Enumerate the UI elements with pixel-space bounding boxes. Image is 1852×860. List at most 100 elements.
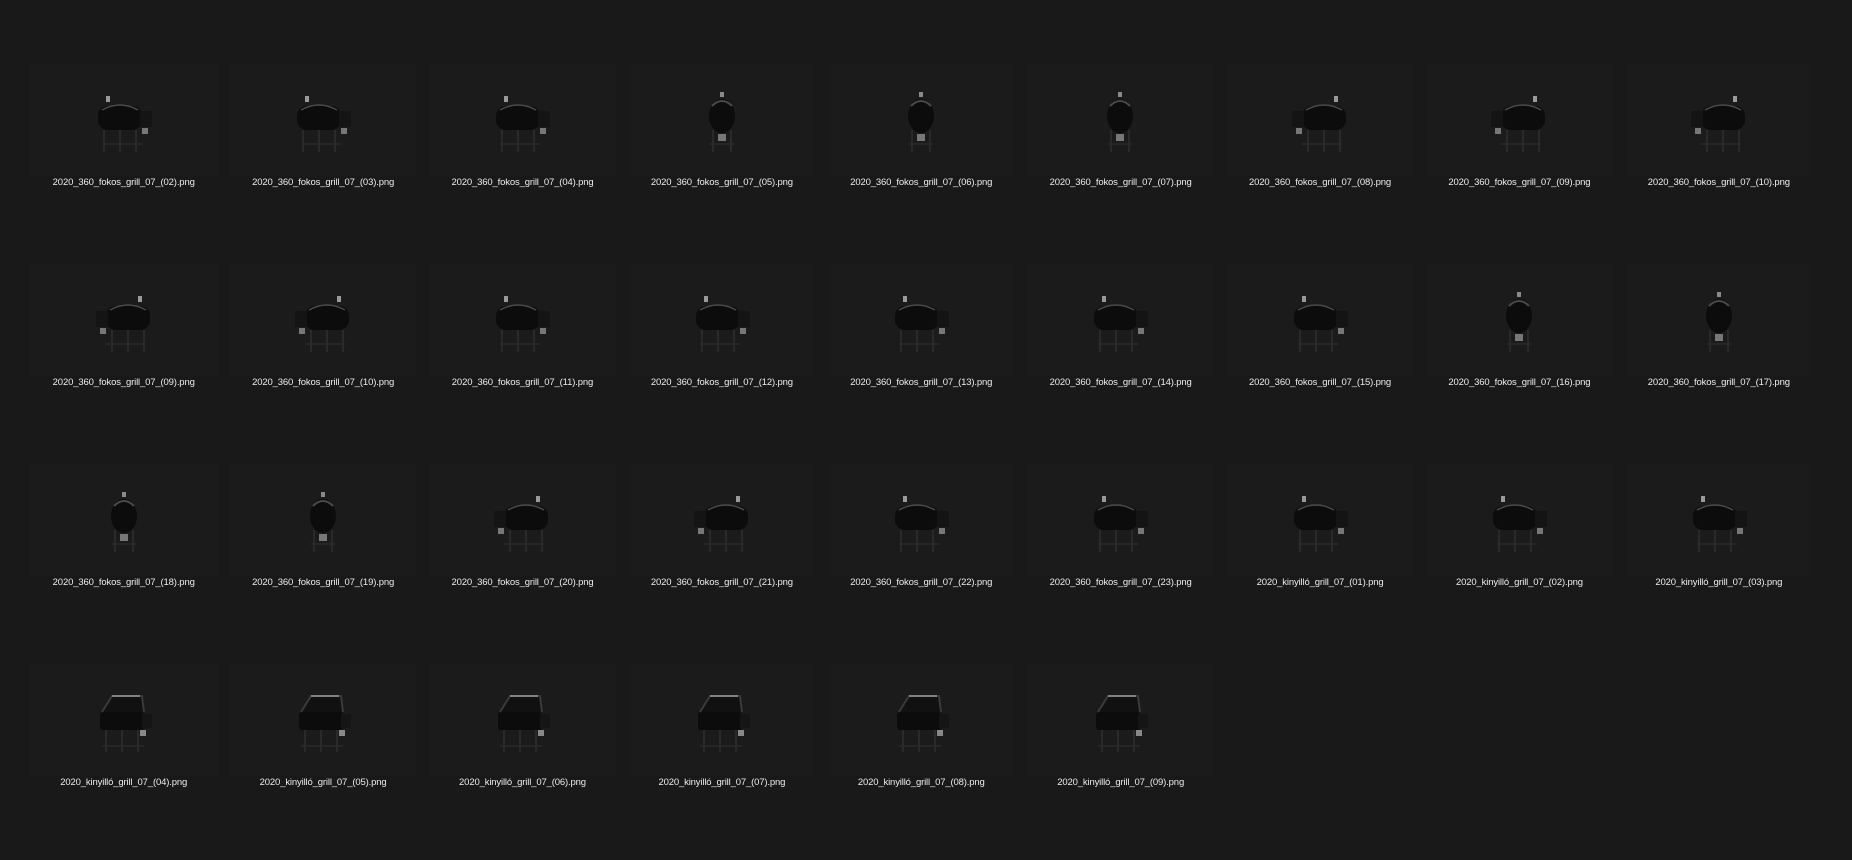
grill-icon	[1692, 496, 1747, 552]
file-item[interactable]: 2020_360_fokos_grill_07_(18).png	[24, 460, 223, 660]
file-name: 2020_kinyilló_grill_07_(08).png	[857, 777, 985, 788]
grill-icon	[1094, 496, 1149, 552]
file-thumbnail[interactable]	[1625, 64, 1813, 176]
file-name: 2020_360_fokos_grill_07_(20).png	[451, 577, 594, 588]
file-name: 2020_360_fokos_grill_07_(15).png	[1249, 377, 1392, 388]
file-item[interactable]: 2020_360_fokos_grill_07_(09).png	[1420, 60, 1619, 260]
grill-icon	[693, 496, 748, 552]
file-item[interactable]: 2020_kinyilló_grill_07_(07).png	[622, 660, 821, 860]
file-thumbnail[interactable]	[229, 664, 417, 776]
file-name: 2020_kinyilló_grill_07_(02).png	[1456, 577, 1583, 588]
file-thumbnail[interactable]	[628, 464, 816, 576]
file-item[interactable]: 2020_360_fokos_grill_07_(02).png	[24, 60, 223, 260]
file-item[interactable]: 2020_360_fokos_grill_07_(03).png	[223, 60, 422, 260]
file-thumbnail[interactable]	[827, 264, 1015, 376]
file-thumbnail[interactable]	[1026, 664, 1214, 776]
file-item[interactable]: 2020_kinyilló_grill_07_(01).png	[1220, 460, 1419, 660]
file-name: 2020_360_fokos_grill_07_(22).png	[850, 577, 993, 588]
file-name: 2020_360_fokos_grill_07_(11).png	[451, 377, 594, 388]
file-item[interactable]: 2020_kinyilló_grill_07_(02).png	[1420, 460, 1619, 660]
grill-icon	[110, 492, 137, 552]
file-thumbnail[interactable]	[827, 64, 1015, 176]
grill-icon	[695, 296, 750, 352]
file-thumbnail[interactable]	[428, 664, 616, 776]
grill-icon	[294, 296, 349, 352]
file-item[interactable]: 2020_360_fokos_grill_07_(10).png	[223, 260, 422, 460]
file-item[interactable]: 2020_360_fokos_grill_07_(05).png	[622, 60, 821, 260]
file-thumbnail[interactable]	[30, 64, 217, 176]
file-name: 2020_360_fokos_grill_07_(08).png	[1249, 177, 1392, 188]
file-thumbnail[interactable]	[1026, 464, 1214, 576]
grill-icon	[1293, 296, 1348, 352]
file-item[interactable]: 2020_360_fokos_grill_07_(13).png	[822, 260, 1021, 460]
file-item[interactable]: 2020_360_fokos_grill_07_(12).png	[622, 260, 821, 460]
file-thumbnail[interactable]	[628, 664, 816, 776]
grill-icon	[1293, 496, 1348, 552]
grill-icon	[697, 695, 750, 752]
file-name: 2020_360_fokos_grill_07_(23).png	[1049, 577, 1192, 588]
file-item[interactable]: 2020_360_fokos_grill_07_(09).png	[24, 260, 223, 460]
file-item[interactable]: 2020_kinyilló_grill_07_(09).png	[1021, 660, 1220, 860]
file-name: 2020_360_fokos_grill_07_(05).png	[650, 177, 793, 188]
file-item[interactable]: 2020_360_fokos_grill_07_(15).png	[1220, 260, 1419, 460]
file-name: 2020_kinyilló_grill_07_(07).png	[658, 777, 786, 788]
file-item[interactable]: 2020_360_fokos_grill_07_(17).png	[1619, 260, 1818, 460]
file-item[interactable]: 2020_360_fokos_grill_07_(20).png	[423, 460, 622, 660]
grill-icon	[1491, 96, 1546, 152]
file-thumbnail[interactable]	[30, 264, 217, 376]
file-name: 2020_360_fokos_grill_07_(18).png	[52, 577, 195, 588]
file-thumbnail[interactable]	[1425, 264, 1613, 376]
file-grid: 2020_360_fokos_grill_07_(02).png 2020_360…	[24, 60, 1819, 860]
file-thumbnail[interactable]	[30, 664, 217, 776]
grill-icon	[496, 296, 551, 352]
file-thumbnail[interactable]	[428, 264, 616, 376]
file-item[interactable]: 2020_360_fokos_grill_07_(19).png	[223, 460, 422, 660]
file-thumbnail[interactable]	[827, 464, 1015, 576]
grill-icon	[1506, 292, 1533, 352]
file-thumbnail[interactable]	[30, 464, 217, 576]
file-item[interactable]: 2020_360_fokos_grill_07_(16).png	[1420, 260, 1619, 460]
file-thumbnail[interactable]	[1026, 64, 1214, 176]
file-item[interactable]: 2020_360_fokos_grill_07_(21).png	[622, 460, 821, 660]
grill-icon	[494, 496, 549, 552]
file-thumbnail[interactable]	[1226, 64, 1414, 176]
grill-icon	[908, 92, 935, 152]
file-item[interactable]: 2020_360_fokos_grill_07_(14).png	[1021, 260, 1220, 460]
file-thumbnail[interactable]	[428, 64, 616, 176]
file-item[interactable]: 2020_kinyilló_grill_07_(04).png	[24, 660, 223, 860]
file-item[interactable]: 2020_360_fokos_grill_07_(23).png	[1021, 460, 1220, 660]
file-item[interactable]: 2020_kinyilló_grill_07_(05).png	[223, 660, 422, 860]
file-thumbnail[interactable]	[229, 64, 417, 176]
grill-icon	[1291, 96, 1346, 152]
file-item[interactable]: 2020_360_fokos_grill_07_(11).png	[423, 260, 622, 460]
file-thumbnail[interactable]	[628, 64, 816, 176]
file-item[interactable]: 2020_360_fokos_grill_07_(04).png	[423, 60, 622, 260]
file-name: 2020_kinyilló_grill_07_(05).png	[259, 777, 387, 788]
file-item[interactable]: 2020_360_fokos_grill_07_(07).png	[1021, 60, 1220, 260]
file-thumbnail[interactable]	[1226, 464, 1414, 576]
file-thumbnail[interactable]	[229, 264, 417, 376]
grill-icon	[1705, 292, 1732, 352]
file-name: 2020_360_fokos_grill_07_(19).png	[252, 577, 395, 588]
file-thumbnail[interactable]	[1425, 464, 1613, 576]
file-thumbnail[interactable]	[1625, 264, 1813, 376]
file-thumbnail[interactable]	[827, 664, 1015, 776]
grill-icon	[897, 695, 950, 752]
file-thumbnail[interactable]	[1425, 64, 1613, 176]
file-item[interactable]: 2020_360_fokos_grill_07_(08).png	[1220, 60, 1419, 260]
file-thumbnail[interactable]	[628, 264, 816, 376]
grill-icon	[1094, 296, 1149, 352]
file-item[interactable]: 2020_kinyilló_grill_07_(08).png	[822, 660, 1021, 860]
file-item[interactable]: 2020_360_fokos_grill_07_(06).png	[822, 60, 1021, 260]
file-item[interactable]: 2020_kinyilló_grill_07_(06).png	[423, 660, 622, 860]
file-item[interactable]: 2020_kinyilló_grill_07_(03).png	[1619, 460, 1818, 660]
file-thumbnail[interactable]	[1026, 264, 1214, 376]
file-thumbnail[interactable]	[229, 464, 417, 576]
file-thumbnail[interactable]	[1226, 264, 1414, 376]
file-thumbnail[interactable]	[1625, 464, 1813, 576]
file-thumbnail[interactable]	[428, 464, 616, 576]
file-item[interactable]: 2020_360_fokos_grill_07_(10).png	[1619, 60, 1818, 260]
file-name: 2020_360_fokos_grill_07_(10).png	[252, 377, 395, 388]
file-item[interactable]: 2020_360_fokos_grill_07_(22).png	[822, 460, 1021, 660]
grill-icon	[296, 96, 351, 152]
